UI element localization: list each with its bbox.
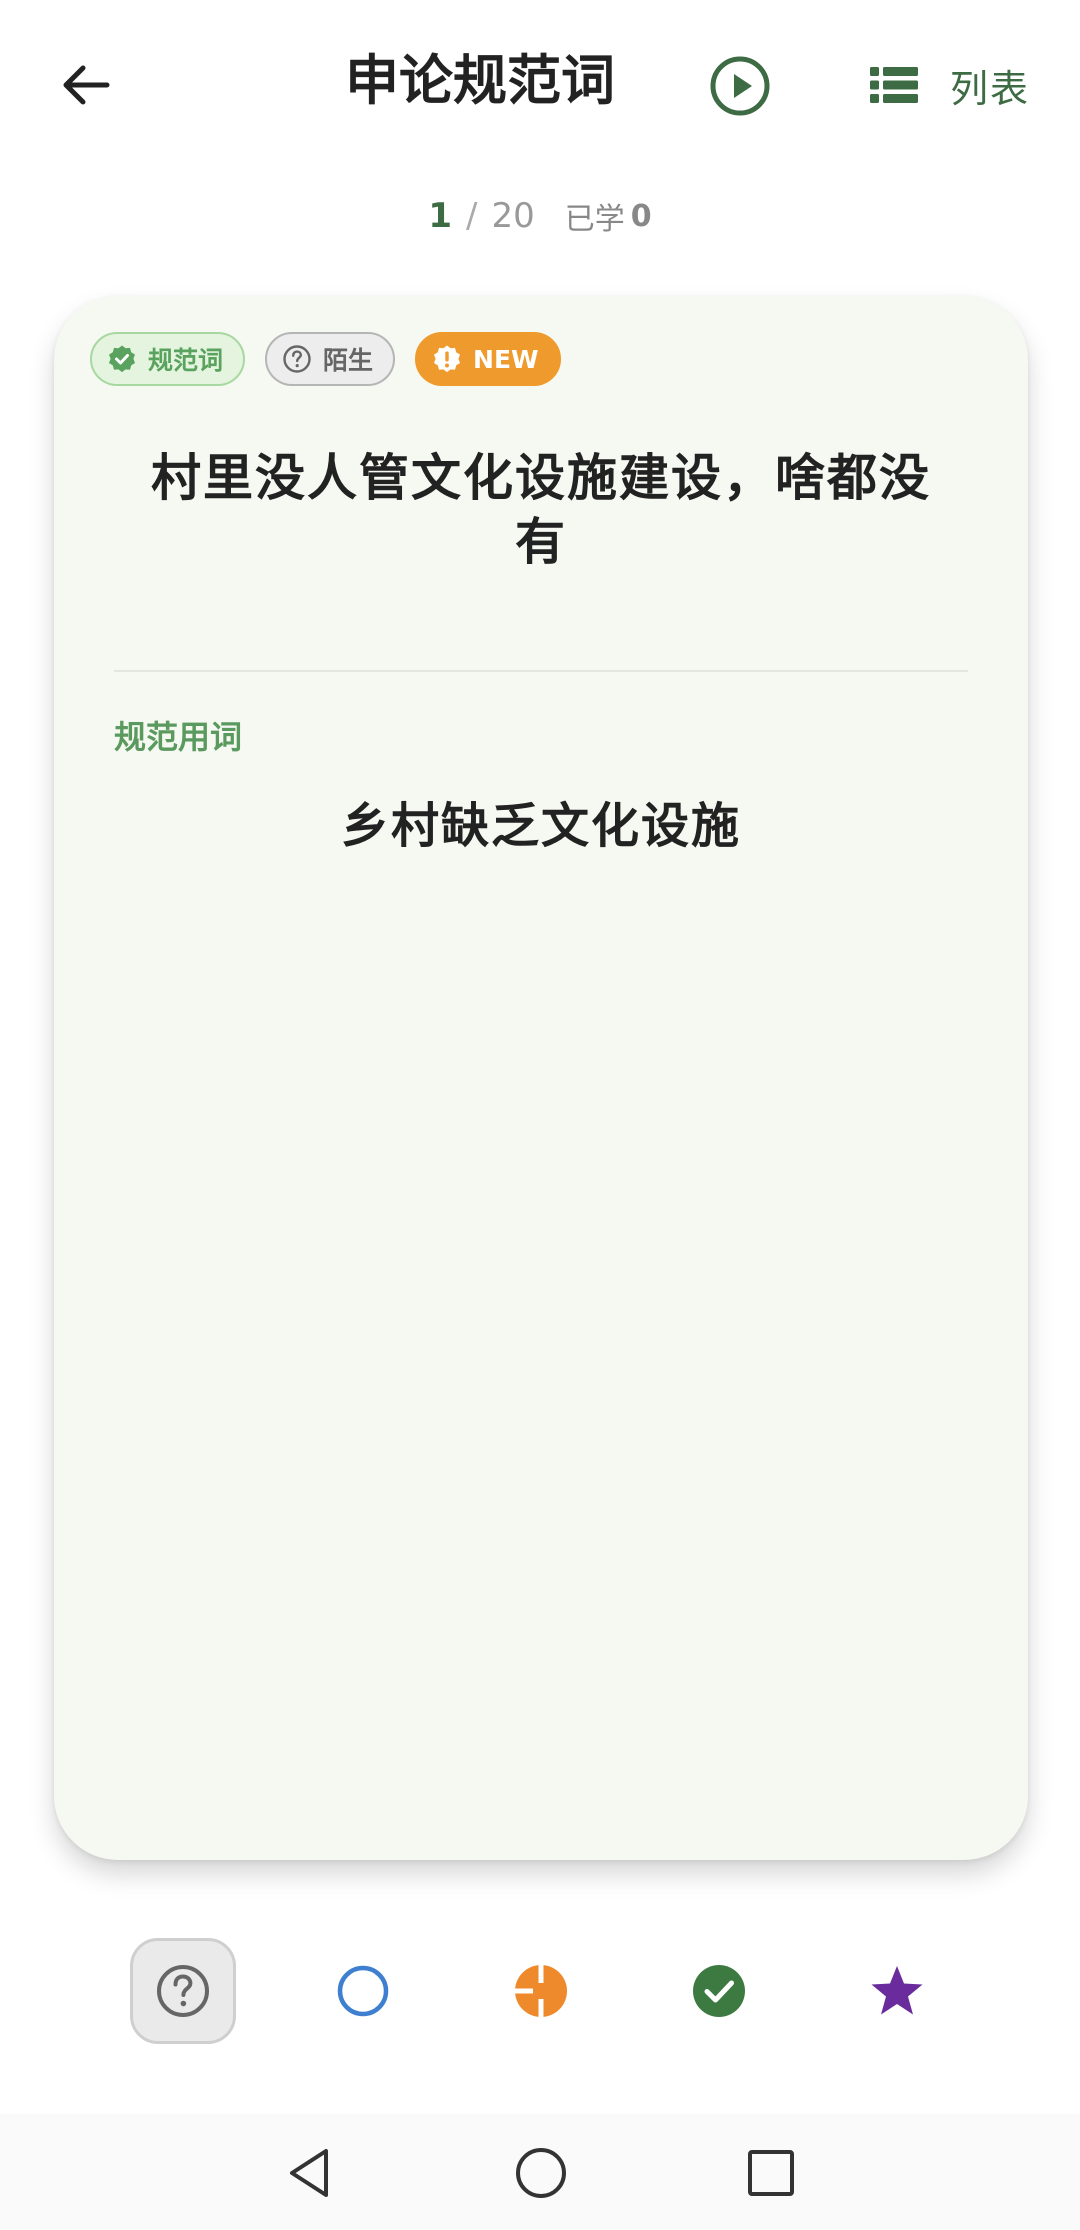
original-phrase: 村里没人管文化设施建设，啥都没有 (151, 449, 931, 571)
back-arrow-icon (63, 65, 110, 105)
flashcard[interactable]: 规范词 陌生 NEW 村里没人管文化设施建设，啥都没有 规范用词 乡村缺乏文化设… (54, 296, 1028, 1860)
divider (114, 670, 968, 672)
list-view-label: 列表 (950, 66, 1031, 111)
status-mastered-button[interactable] (666, 1938, 772, 2044)
progress-current: 1 (428, 196, 453, 236)
verified-badge-icon (106, 343, 138, 375)
square-recents-icon (748, 2150, 794, 2196)
tag-new-label: NEW (473, 344, 539, 374)
list-view-button[interactable]: 列表 (870, 50, 1050, 120)
nav-recents-button[interactable] (736, 2138, 806, 2208)
tag-standard-label: 规范词 (148, 346, 224, 375)
circle-home-icon (516, 2148, 566, 2198)
app-header: 申论规范词 列表 (0, 0, 1080, 160)
tag-unfamiliar-label: 陌生 (323, 346, 374, 375)
nav-home-button[interactable] (506, 2138, 576, 2208)
back-button[interactable] (40, 40, 130, 130)
status-not-learned-button[interactable] (310, 1938, 416, 2044)
system-nav-bar (0, 2114, 1080, 2230)
progress-total: 20 (491, 196, 535, 236)
tag-new: NEW (415, 332, 561, 386)
triangle-back-icon (290, 2149, 328, 2197)
status-favorite-button[interactable] (844, 1938, 950, 2044)
question-circle-icon (281, 343, 313, 375)
list-icon (870, 67, 918, 103)
star-icon (871, 1966, 923, 2015)
progress-separator: / (466, 196, 478, 236)
play-button[interactable] (700, 46, 780, 126)
tag-row: 规范词 陌生 NEW (90, 332, 561, 386)
tag-standard: 规范词 (90, 332, 246, 386)
nav-back-button[interactable] (275, 2138, 345, 2208)
page-title: 申论规范词 (345, 49, 615, 112)
alert-badge-icon (431, 343, 463, 375)
check-circle-icon (693, 1965, 745, 2017)
standard-term: 乡村缺乏文化设施 (340, 798, 741, 854)
status-unfamiliar-button[interactable] (130, 1938, 236, 2044)
learned-label: 已学 (564, 202, 625, 237)
empty-circle-icon (337, 1965, 389, 2017)
learned-count: 0 (630, 198, 652, 234)
standard-term-label: 规范用词 (114, 718, 243, 756)
progress-indicator: 1 / 20 已学 0 (0, 188, 1080, 244)
status-button-bar (0, 1932, 1080, 2052)
tag-unfamiliar: 陌生 (265, 332, 396, 386)
question-circle-icon (157, 1965, 209, 2017)
status-learning-button[interactable] (488, 1938, 594, 2044)
half-circle-icon (515, 1965, 567, 2017)
play-circle-icon (710, 56, 770, 116)
